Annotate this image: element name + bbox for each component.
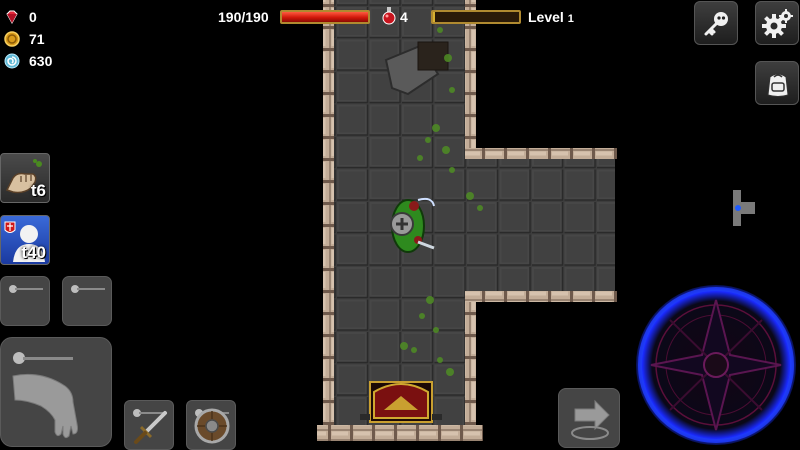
empty-slot-2[interactable] <box>62 276 112 326</box>
room-bottom-wall <box>465 291 617 302</box>
hand-icon <box>12 373 78 439</box>
health-potion-icon[interactable] <box>381 6 397 26</box>
level-indicator: Level 1 <box>528 9 574 25</box>
skill-shield-ally-count: t40 <box>21 243 46 262</box>
slot-indicator-line <box>77 288 105 290</box>
slot-indicator-line <box>15 288 43 290</box>
inventory-button[interactable] <box>755 61 799 105</box>
move-joystick[interactable] <box>636 285 796 445</box>
hp-bar <box>280 10 370 24</box>
level-label: Level <box>528 9 564 25</box>
xp-bar-fill <box>433 12 435 22</box>
dungeon-map[interactable] <box>0 0 800 450</box>
gems-counter: 0 <box>4 7 37 27</box>
backpack-icon <box>767 73 789 97</box>
skill-power-strike[interactable]: t6 <box>0 153 50 203</box>
skull-key-icon <box>704 12 728 36</box>
souls-value: 630 <box>29 53 53 69</box>
level-number: 1 <box>567 13 574 25</box>
skull-key-button[interactable] <box>694 1 738 45</box>
skill-shield-ally[interactable]: t40 <box>0 215 50 265</box>
empty-slot-1[interactable] <box>0 276 50 326</box>
gear-icon <box>762 9 793 38</box>
skill-power-strike-count: t6 <box>30 181 46 200</box>
left-wall <box>323 0 334 430</box>
gold-counter: 71 <box>4 29 45 49</box>
hp-text: 190/190 <box>218 9 269 25</box>
swap-button[interactable] <box>558 388 620 448</box>
souls-counter: 630 <box>4 51 52 71</box>
slot-indicator-line <box>23 357 73 360</box>
room-top-wall <box>465 148 617 159</box>
sword-icon <box>134 411 167 444</box>
settings-button[interactable] <box>755 1 799 45</box>
minimap[interactable] <box>733 190 755 226</box>
weapon-slot[interactable] <box>124 400 174 450</box>
xp-bar <box>431 10 521 24</box>
grab-button[interactable] <box>0 337 112 447</box>
gems-value: 0 <box>29 9 37 25</box>
bottom-wall <box>317 425 483 441</box>
right-wall-lower <box>465 300 476 430</box>
exit-doorway[interactable] <box>360 381 442 423</box>
blue-swirl-icon <box>4 53 20 69</box>
gold-coin-icon <box>4 31 20 47</box>
side-room-floor <box>465 158 615 291</box>
minimap-player-marker <box>735 205 741 211</box>
hp-bar-fill <box>282 12 368 22</box>
floor-hole <box>417 41 449 71</box>
gold-value: 71 <box>29 31 45 47</box>
potion-count: 4 <box>400 9 408 25</box>
red-gem-icon <box>6 10 18 25</box>
round-shield-icon <box>194 408 230 444</box>
shield-slot[interactable] <box>186 400 236 450</box>
swap-arrow-icon <box>571 399 610 440</box>
